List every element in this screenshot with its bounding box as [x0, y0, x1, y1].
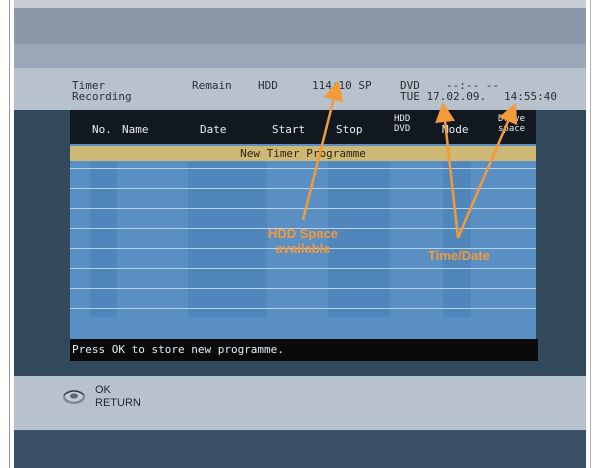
time-arrow [456, 102, 518, 239]
time-date-annotation: Time/Date [428, 248, 490, 263]
hdd-space-annotation-line2: available [275, 241, 331, 256]
frame-line-right [590, 0, 591, 468]
right-frame [586, 0, 597, 468]
date-arrow [435, 102, 460, 239]
left-frame [0, 0, 14, 468]
hdd-space-arrow [301, 80, 344, 221]
frame-line-left [9, 0, 10, 468]
tv-screen: Timer Recording Remain HDD 114:10 SP DVD… [14, 0, 586, 468]
hdd-space-annotation-line1: HDD Space [267, 226, 339, 241]
hdd-space-annotation: HDD Space available [248, 226, 358, 256]
